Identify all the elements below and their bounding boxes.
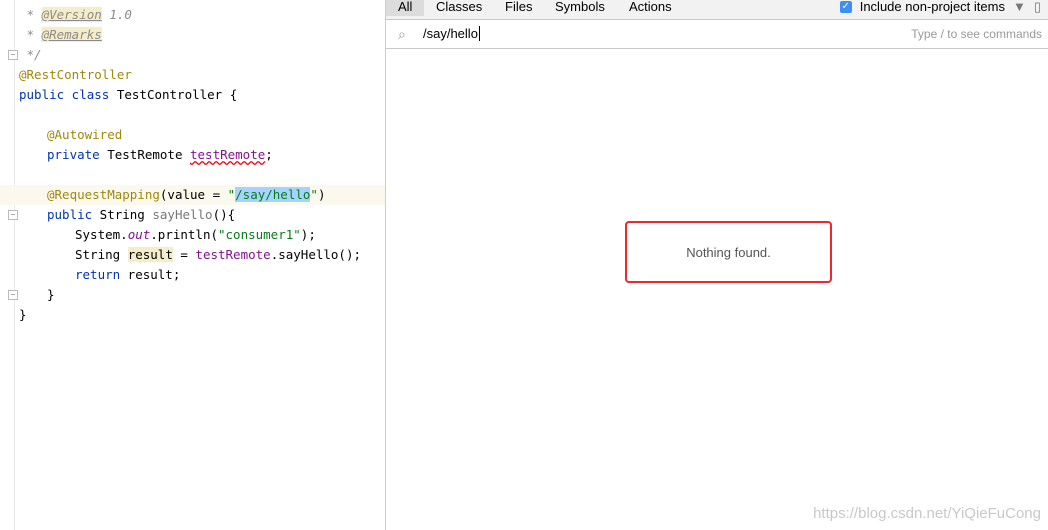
watermark: https://blog.csdn.net/YiQieFuCong xyxy=(813,505,1041,522)
tab-bar: All Classes Files Symbols Actions ✓ Incl… xyxy=(386,0,1048,20)
code-line: private TestRemote testRemote; xyxy=(47,147,273,162)
tab-actions[interactable]: Actions xyxy=(629,0,672,16)
code-line: * @Version 1.0 xyxy=(19,7,132,22)
search-icon: ⌕ xyxy=(398,26,406,42)
include-non-project-checkbox[interactable]: ✓ xyxy=(839,0,852,13)
code-line: − */ xyxy=(0,45,385,65)
search-field[interactable]: ⌕ /say/hello Type / to see commands xyxy=(386,20,1048,49)
code-line: System.out.println("consumer1"); xyxy=(75,227,316,242)
fold-icon[interactable]: − xyxy=(8,210,18,220)
code-line-current: @RequestMapping(value = "/say/hello") xyxy=(0,185,385,205)
code-line: @RestController xyxy=(19,67,132,82)
code-line: return result; xyxy=(75,267,181,282)
code-line: −} xyxy=(0,285,385,305)
tab-all[interactable]: All xyxy=(386,0,425,16)
code-line: * @Remarks xyxy=(19,27,102,42)
code-line: public class TestController { xyxy=(19,87,238,102)
code-line: } xyxy=(19,307,27,322)
search-hint: Type / to see commands xyxy=(911,27,1042,41)
code-line: String result = testRemote.sayHello(); xyxy=(75,247,361,262)
pin-window-icon[interactable]: ▯ xyxy=(1034,0,1041,16)
code-line: @Autowired xyxy=(47,127,123,142)
code-line: − public String sayHello(){ xyxy=(0,205,385,225)
include-non-project-label[interactable]: Include non-project items xyxy=(860,0,1005,16)
tab-files[interactable]: Files xyxy=(505,0,532,16)
search-input[interactable]: /say/hello xyxy=(423,26,480,41)
tab-symbols[interactable]: Symbols xyxy=(555,0,605,16)
tab-classes[interactable]: Classes xyxy=(436,0,482,16)
fold-icon[interactable]: − xyxy=(8,290,18,300)
filter-icon[interactable]: ▼ xyxy=(1013,0,1026,16)
code-editor[interactable]: * @Version 1.0 * @Remarks − */ @RestCont… xyxy=(0,0,385,530)
nothing-found-message: Nothing found. xyxy=(625,221,832,283)
empty-text: Nothing found. xyxy=(686,244,771,260)
search-everywhere-popup: All Classes Files Symbols Actions ✓ Incl… xyxy=(385,0,1048,530)
fold-icon[interactable]: − xyxy=(8,50,18,60)
